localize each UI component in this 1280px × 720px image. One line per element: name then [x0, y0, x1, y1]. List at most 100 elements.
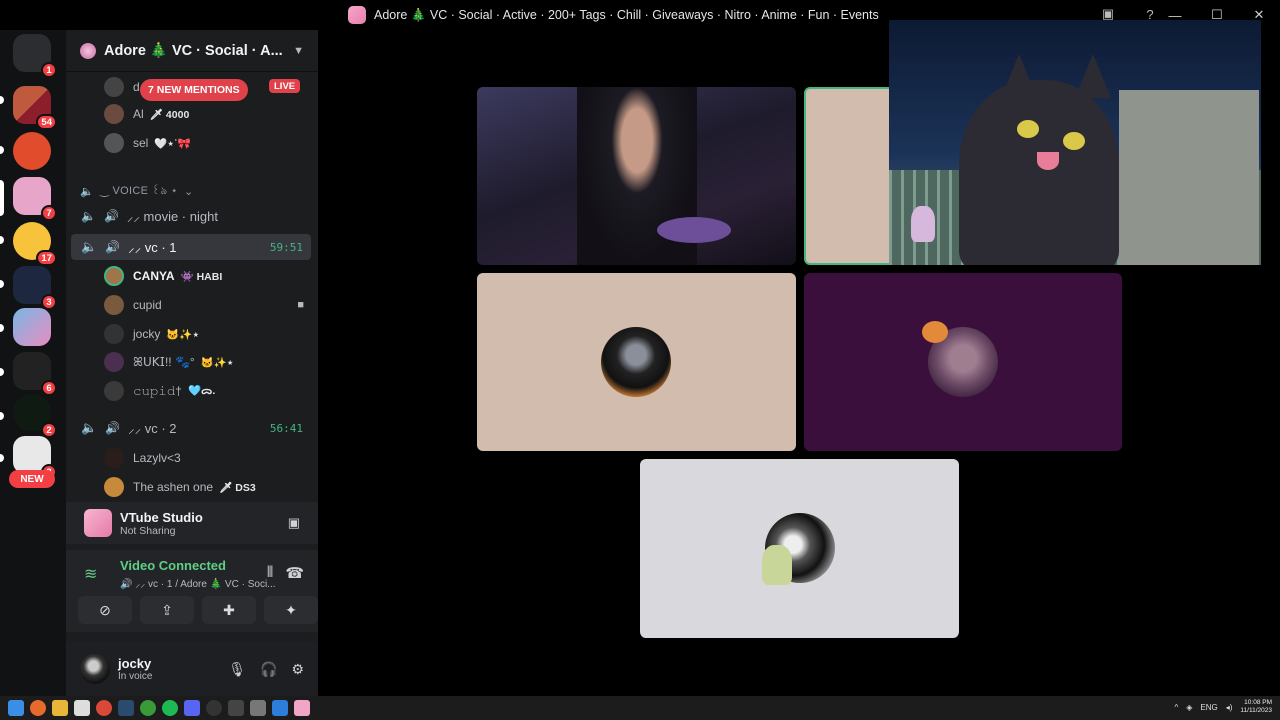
chibi-sticker-icon	[762, 545, 792, 585]
server-icon-yellow[interactable]: 17	[13, 222, 57, 266]
voice-member[interactable]: ꕤ𝖴𝖪𝖨!! 🐾° 🐱✨⋆	[66, 351, 318, 373]
calendar-icon[interactable]	[74, 700, 90, 716]
member-name: Al	[133, 107, 144, 121]
direct-messages-button[interactable]: 1	[13, 34, 57, 78]
activity-subtitle: Not Sharing	[120, 524, 176, 537]
soundboard-button[interactable]: ✦	[264, 596, 318, 624]
guild-name: Adore 🎄 VC · Social · A...	[104, 43, 283, 59]
server-icon-anime[interactable]: 6	[13, 352, 57, 396]
voice-member[interactable]: 𝚌𝚞𝚙𝚒𝚍† 🩵ᯅ.	[66, 380, 318, 402]
video-tile-webcam[interactable]	[477, 87, 796, 265]
voice-status[interactable]: Video Connected	[120, 558, 226, 573]
microphone-icon[interactable]: 🎙	[228, 661, 246, 678]
steam-icon[interactable]	[118, 700, 134, 716]
category-label: ‿ VOICE ꒰ঌ ⋆	[100, 185, 178, 197]
voice-member[interactable]: cupid ■	[66, 294, 318, 316]
avatar	[104, 448, 124, 468]
channel-name: ⸝⸝ vc · 2	[128, 421, 177, 436]
unread-pill	[0, 454, 4, 462]
channel-vc-1[interactable]: 🔈 🔊 ⸝⸝ vc · 1 59:51	[71, 234, 311, 260]
discord-icon[interactable]	[184, 700, 200, 716]
share-screen-button[interactable]: ⇪	[140, 596, 194, 624]
voice-location[interactable]: 🔊 ⸝⸝ vc · 1 / Adore 🎄 VC · Soci...	[120, 576, 276, 590]
avatar	[601, 327, 671, 397]
channel-movie-night[interactable]: 🔈 🔊 ⸝⸝ movie · night	[71, 203, 311, 229]
disconnect-icon[interactable]: ☎	[285, 564, 304, 582]
voice-member[interactable]: Lazylv<3	[66, 447, 318, 469]
guild-icon	[80, 42, 96, 59]
activity-title: VTube Studio	[120, 509, 203, 525]
member-name: The ashen one	[133, 480, 214, 494]
server-rail: 1 54 7 17 3 6 2 3 NEW	[0, 30, 66, 696]
server-icon-socialite[interactable]: 3	[13, 266, 57, 310]
new-mentions-banner[interactable]: 7 NEW MENTIONS	[140, 79, 248, 101]
clock[interactable]: 10:08 PM 11/11/2023	[1240, 699, 1272, 715]
voice-member[interactable]: CANYA 👾 HABI	[66, 265, 318, 287]
server-icon-pink[interactable]	[13, 308, 51, 346]
noise-suppression-icon[interactable]: ⦀	[267, 564, 274, 582]
volume-icon[interactable]: ◂)	[1226, 703, 1233, 712]
share-screen-icon[interactable]: ▣	[288, 515, 300, 531]
user-name[interactable]: jocky	[118, 656, 152, 671]
headphones-icon[interactable]: 🎧	[260, 661, 277, 678]
unread-pill	[0, 236, 4, 244]
vtuber-overlay[interactable]	[889, 20, 1261, 265]
member-tag: 👾 HABI	[180, 270, 223, 283]
gear-icon[interactable]: ⚙	[291, 661, 304, 678]
speaker-icon: 🔊	[103, 209, 119, 223]
voice-member[interactable]: jocky 🐱✨⋆	[66, 323, 318, 345]
speaker-icon: 🔈	[80, 186, 94, 198]
video-tile-purple[interactable]	[804, 273, 1122, 451]
xbox-icon[interactable]	[140, 700, 156, 716]
server-icon-adore[interactable]: 7	[13, 177, 57, 221]
guild-header[interactable]: Adore 🎄 VC · Social · A... ▼	[66, 30, 318, 72]
window-title-text: Adore 🎄 VC · Social · Active · 200+ Tags…	[374, 7, 879, 22]
server-badge: 17	[36, 250, 57, 266]
camera-off-button[interactable]: ⊘	[78, 596, 132, 624]
vtube-studio-taskbar-icon[interactable]	[294, 700, 310, 716]
cat-ear-right	[1075, 54, 1111, 98]
unread-pill	[0, 324, 4, 332]
voice-member[interactable]: The ashen one 🗡 DS3	[66, 476, 318, 498]
network-icon[interactable]: ◈	[1186, 703, 1192, 712]
server-icon-orange[interactable]	[13, 132, 51, 170]
member-name: ꕤ𝖴𝖪𝖨!! 🐾°	[133, 354, 195, 369]
voice-category[interactable]: 🔈 ‿ VOICE ꒰ঌ ⋆ ⌄	[80, 182, 193, 201]
avatar	[104, 133, 124, 153]
avatar[interactable]	[80, 654, 110, 684]
audio-icon[interactable]	[228, 700, 244, 716]
start-icon[interactable]	[8, 700, 24, 716]
server-icon-tree[interactable]: 2	[13, 394, 57, 438]
server-icon-bw[interactable]: 3	[13, 436, 57, 480]
language-indicator[interactable]: ENG	[1200, 703, 1217, 712]
voice-member[interactable]: sel 🤍⋆˙🎀	[66, 132, 318, 154]
bear-sticker-icon	[922, 321, 948, 343]
video-tile-gray[interactable]	[640, 459, 959, 638]
video-tile-beige[interactable]	[477, 273, 796, 451]
voice-member[interactable]: Al 🗡 4000	[66, 103, 318, 125]
clock-time: 10:08 PM	[1244, 699, 1272, 706]
activity-panel: VTube Studio Not Sharing ▣	[66, 502, 318, 544]
firefox-icon[interactable]	[30, 700, 46, 716]
chevron-up-icon[interactable]: ^	[1174, 703, 1178, 712]
chrome-icon[interactable]	[96, 700, 112, 716]
app-icon-blue[interactable]	[272, 700, 288, 716]
avatar	[104, 477, 124, 497]
chevron-down-icon: ▼	[293, 44, 304, 57]
user-status: In voice	[118, 671, 153, 682]
avatar	[104, 324, 124, 344]
channel-vc-2[interactable]: 🔈 🔊 ⸝⸝ vc · 2 56:41	[71, 415, 311, 441]
avatar	[104, 104, 124, 124]
server-folder[interactable]: 54	[13, 86, 57, 130]
activities-button[interactable]: ✚	[202, 596, 256, 624]
settings-icon[interactable]	[250, 700, 266, 716]
folder-icon[interactable]	[52, 700, 68, 716]
unread-pill	[0, 368, 4, 376]
spotify-icon[interactable]	[162, 700, 178, 716]
unread-pill	[0, 96, 4, 104]
obs-icon[interactable]	[206, 700, 222, 716]
member-tag: 🩵ᯅ.	[187, 385, 216, 397]
new-servers-badge[interactable]: NEW	[9, 470, 55, 488]
member-name: sel	[133, 136, 149, 150]
voice-channel-icon: 🔈	[81, 239, 98, 254]
